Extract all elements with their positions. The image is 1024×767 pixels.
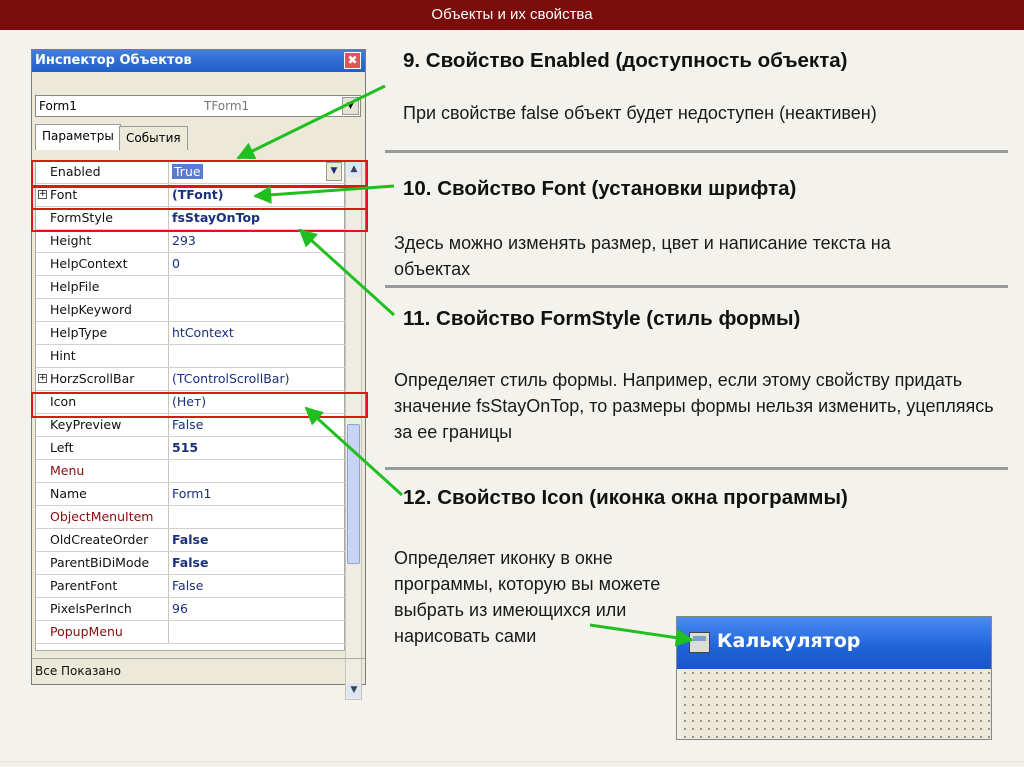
object-selector[interactable]: Form1 TForm1 ▼ bbox=[35, 95, 361, 117]
property-name: Hint bbox=[36, 345, 169, 367]
property-name: ParentFont bbox=[36, 575, 169, 597]
separator-2 bbox=[385, 285, 1008, 288]
calculator-title: Калькулятор bbox=[717, 630, 861, 652]
slide-title: Объекты и их свойства bbox=[431, 6, 593, 23]
property-row[interactable]: HelpContext 0 bbox=[36, 253, 346, 276]
property-value[interactable] bbox=[172, 345, 344, 367]
calculator-form-body bbox=[681, 669, 991, 739]
property-name: PopupMenu bbox=[36, 621, 169, 643]
property-value[interactable]: 293 bbox=[172, 230, 344, 252]
property-row[interactable]: ObjectMenuItem bbox=[36, 506, 346, 529]
property-name: HorzScrollBar bbox=[36, 368, 169, 390]
property-value[interactable]: False bbox=[172, 575, 344, 597]
object-name: Form1 bbox=[39, 99, 77, 113]
chevron-down-icon[interactable]: ▼ bbox=[342, 97, 359, 115]
property-row[interactable]: + HorzScrollBar (TControlScrollBar) bbox=[36, 368, 346, 391]
scrollbar-thumb[interactable] bbox=[347, 424, 360, 564]
property-value[interactable] bbox=[172, 460, 344, 482]
slide-title-bar: Объекты и их свойства bbox=[0, 0, 1024, 30]
object-inspector-window: Инспектор Объектов ✖ Form1 TForm1 ▼ Пара… bbox=[31, 49, 366, 700]
tab-events[interactable]: События bbox=[119, 126, 188, 150]
property-value[interactable]: False bbox=[172, 529, 344, 551]
property-row[interactable]: Menu bbox=[36, 460, 346, 483]
section-heading-formstyle: 11. Свойство FormStyle (стиль формы) bbox=[403, 307, 801, 330]
icon-highlight-box bbox=[31, 392, 368, 418]
separator-1 bbox=[385, 150, 1008, 153]
property-row[interactable]: OldCreateOrder False bbox=[36, 529, 346, 552]
tab-properties[interactable]: Параметры bbox=[35, 124, 121, 150]
section-text-font: Здесь можно изменять размер, цвет и напи… bbox=[394, 233, 891, 279]
property-name: OldCreateOrder bbox=[36, 529, 169, 551]
property-value[interactable] bbox=[172, 506, 344, 528]
property-name: ObjectMenuItem bbox=[36, 506, 169, 528]
property-value[interactable]: 96 bbox=[172, 598, 344, 620]
property-value[interactable] bbox=[172, 299, 344, 321]
property-row[interactable]: HelpType htContext bbox=[36, 322, 346, 345]
section-text-icon: Определяет иконку в окне программы, кото… bbox=[394, 548, 661, 646]
property-row[interactable]: Name Form1 bbox=[36, 483, 346, 506]
calculator-title-bar: Калькулятор bbox=[677, 617, 991, 669]
section-heading-enabled: 9. Свойство Enabled (доступность объекта… bbox=[403, 49, 848, 72]
calculator-window: Калькулятор bbox=[676, 616, 992, 740]
section-text-enabled: При свойстве false объект будет недоступ… bbox=[403, 103, 877, 123]
property-row[interactable]: PopupMenu bbox=[36, 621, 346, 644]
property-value[interactable]: (TControlScrollBar) bbox=[172, 368, 344, 390]
property-row[interactable]: Height 293 bbox=[36, 230, 346, 253]
inspector-title-bar: Инспектор Объектов ✖ bbox=[32, 50, 365, 72]
property-value[interactable]: 515 bbox=[172, 437, 344, 459]
property-scrollbar[interactable]: ▲ ▼ bbox=[345, 160, 362, 700]
property-row[interactable]: Hint bbox=[36, 345, 346, 368]
property-row[interactable]: PixelsPerInch 96 bbox=[36, 598, 346, 621]
font-highlight-box bbox=[31, 186, 368, 210]
object-class: TForm1 bbox=[204, 99, 250, 113]
section-heading-icon: 12. Свойство Icon (иконка окна программы… bbox=[403, 486, 848, 509]
inspector-title: Инспектор Объектов bbox=[35, 53, 192, 68]
property-name: PixelsPerInch bbox=[36, 598, 169, 620]
property-name: Left bbox=[36, 437, 169, 459]
property-name: HelpContext bbox=[36, 253, 169, 275]
close-icon[interactable]: ✖ bbox=[344, 52, 361, 69]
scroll-down-icon[interactable]: ▼ bbox=[347, 683, 361, 698]
inspector-status: Все Показано bbox=[32, 658, 365, 684]
property-row[interactable]: ParentFont False bbox=[36, 575, 346, 598]
section-heading-font: 10. Свойство Font (установки шрифта) bbox=[403, 177, 797, 200]
property-value[interactable]: 0 bbox=[172, 253, 344, 275]
calculator-icon bbox=[689, 632, 710, 653]
property-name: Name bbox=[36, 483, 169, 505]
enabled-highlight-box bbox=[31, 160, 368, 187]
property-name: HelpType bbox=[36, 322, 169, 344]
property-name: Menu bbox=[36, 460, 169, 482]
property-row[interactable]: HelpKeyword bbox=[36, 299, 346, 322]
property-value[interactable] bbox=[172, 276, 344, 298]
section-text-formstyle: Определяет стиль формы. Например, если э… bbox=[394, 370, 994, 442]
property-name: HelpFile bbox=[36, 276, 169, 298]
property-row[interactable]: ParentBiDiMode False bbox=[36, 552, 346, 575]
bottom-band bbox=[0, 761, 1024, 767]
property-name: Height bbox=[36, 230, 169, 252]
property-name: ParentBiDiMode bbox=[36, 552, 169, 574]
property-value[interactable]: Form1 bbox=[172, 483, 344, 505]
property-row[interactable]: Left 515 bbox=[36, 437, 346, 460]
separator-3 bbox=[385, 467, 1008, 470]
formstyle-highlight-box bbox=[31, 208, 368, 232]
property-value[interactable]: htContext bbox=[172, 322, 344, 344]
property-name: HelpKeyword bbox=[36, 299, 169, 321]
property-value[interactable] bbox=[172, 621, 344, 643]
property-value[interactable]: False bbox=[172, 552, 344, 574]
property-row[interactable]: HelpFile bbox=[36, 276, 346, 299]
